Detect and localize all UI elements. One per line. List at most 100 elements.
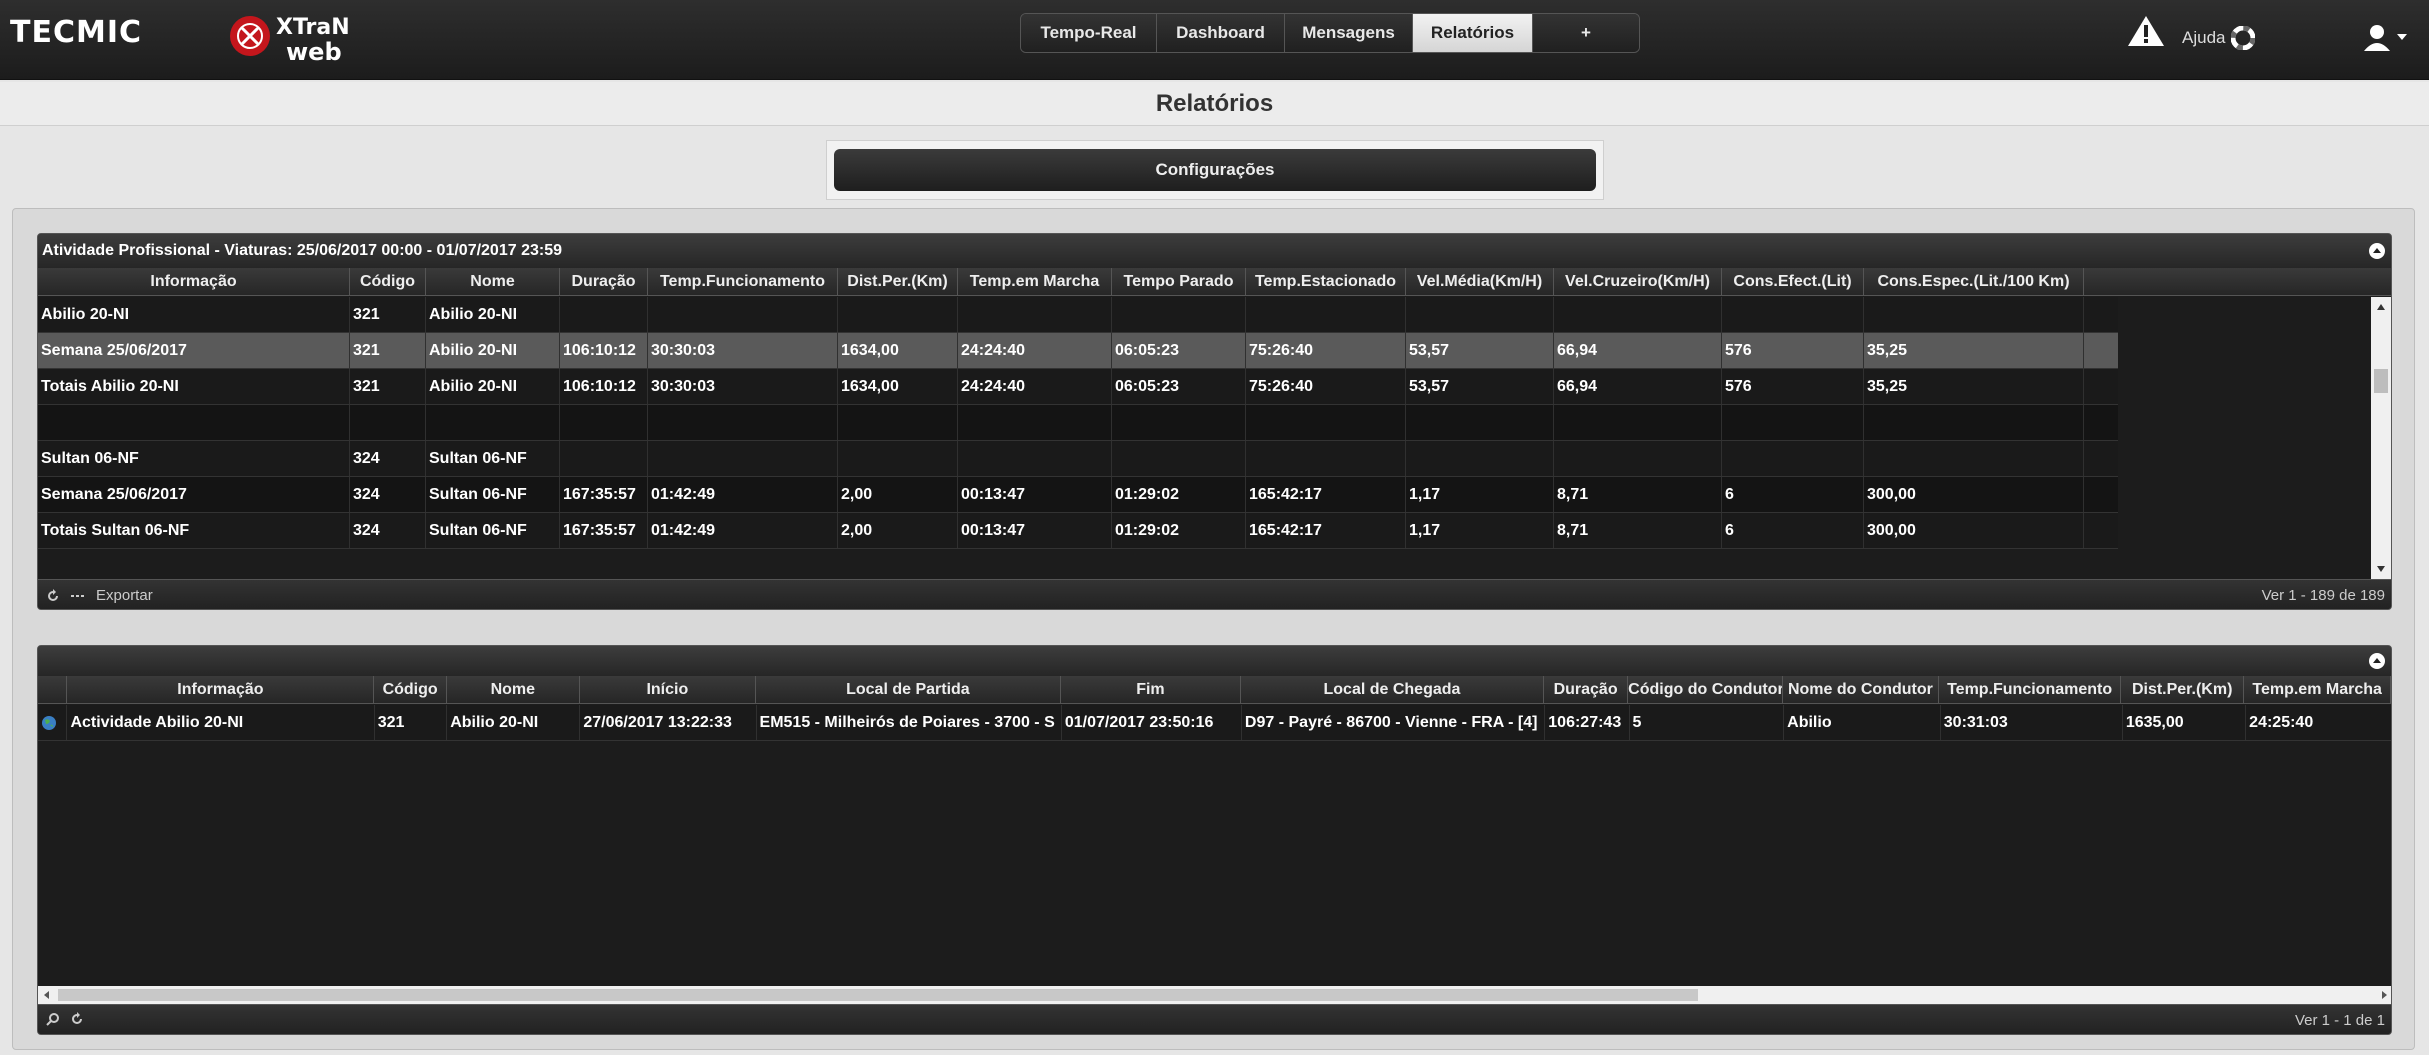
column-header[interactable]: Cons.Espec.(Lit./100 Km) <box>1864 268 2084 295</box>
scroll-thumb[interactable] <box>2374 369 2388 393</box>
config-button[interactable]: Configurações <box>834 149 1596 191</box>
column-header[interactable]: Vel.Cruzeiro(Km/H) <box>1554 268 1722 295</box>
column-header[interactable]: Nome <box>447 676 580 703</box>
table-cell: 106:27:43 <box>1545 705 1630 740</box>
table-cell <box>38 405 350 440</box>
table-cell: Abilio 20-NI <box>426 369 560 404</box>
table-cell: 576 <box>1722 333 1864 368</box>
tab-tempo-real[interactable]: Tempo-Real <box>1021 14 1157 52</box>
table-cell <box>958 441 1112 476</box>
table-cell <box>1722 441 1864 476</box>
user-menu[interactable] <box>2362 22 2412 52</box>
table-cell: 66,94 <box>1554 333 1722 368</box>
table-row[interactable]: Sultan 06-NF 324 Sultan 06-NF <box>38 441 2118 477</box>
collapse-icon[interactable] <box>2369 243 2385 259</box>
table-cell: 01:29:02 <box>1112 477 1246 512</box>
table-cell: 06:05:23 <box>1112 369 1246 404</box>
tab-dashboard[interactable]: Dashboard <box>1157 14 1285 52</box>
grid-caption: Atividade Profissional - Viaturas: 25/06… <box>38 234 2391 268</box>
collapse-icon[interactable] <box>2369 653 2385 669</box>
table-row[interactable]: Actividade Abilio 20-NI 321 Abilio 20-NI 27… <box>38 705 2391 741</box>
scroll-down-icon[interactable] <box>2371 559 2391 579</box>
table-row[interactable]: Totais Sultan 06-NF 324 Sultan 06-NF 167:35… <box>38 513 2118 549</box>
column-header[interactable]: Dist.Per.(Km) <box>2121 676 2245 703</box>
table-cell: 6 <box>1722 513 1864 548</box>
vertical-scrollbar[interactable] <box>2371 297 2391 579</box>
table-cell: 53,57 <box>1406 333 1554 368</box>
column-header[interactable]: Nome do Condutor <box>1783 676 1940 703</box>
column-header[interactable]: Local de Partida <box>756 676 1061 703</box>
table-row[interactable]: Totais Abilio 20-NI 321 Abilio 20-NI 106:10… <box>38 369 2118 405</box>
tab-mensagens[interactable]: Mensagens <box>1285 14 1413 52</box>
export-button[interactable]: Exportar <box>96 587 153 604</box>
table-cell: 1634,00 <box>838 333 958 368</box>
column-header[interactable]: Tempo Parado <box>1112 268 1246 295</box>
scroll-up-icon[interactable] <box>2371 297 2391 317</box>
table-cell: Totais Abilio 20-NI <box>38 369 350 404</box>
table-cell: 321 <box>375 705 448 740</box>
horizontal-scrollbar[interactable] <box>38 986 2392 1004</box>
table-cell: 2,00 <box>838 477 958 512</box>
column-header[interactable]: Temp.Funcionamento <box>648 268 838 295</box>
table-cell: 5 <box>1630 705 1785 740</box>
table-cell: 00:13:47 <box>958 477 1112 512</box>
column-header[interactable]: Informação <box>38 268 350 295</box>
xtran-web-logo: XTraN web <box>230 15 350 66</box>
export-icon[interactable] <box>70 591 86 601</box>
warning-icon[interactable] <box>2126 14 2166 48</box>
column-header[interactable]: Código do Condutor <box>1628 676 1783 703</box>
table-cell: 30:31:03 <box>1941 705 2123 740</box>
column-header[interactable]: Dist.Per.(Km) <box>838 268 958 295</box>
table-cell: 1,17 <box>1406 513 1554 548</box>
table-cell <box>838 405 958 440</box>
table-row[interactable]: Abilio 20-NI 321 Abilio 20-NI <box>38 297 2118 333</box>
scroll-right-icon[interactable] <box>2375 986 2392 1004</box>
page-title: Relatórios <box>0 82 2429 126</box>
column-header[interactable]: Fim <box>1061 676 1241 703</box>
table-cell: Sultan 06-NF <box>426 513 560 548</box>
column-header-select[interactable] <box>38 676 68 703</box>
refresh-icon[interactable] <box>46 588 60 603</box>
scroll-left-icon[interactable] <box>38 986 56 1004</box>
table-cell: Actividade Abilio 20-NI <box>67 705 375 740</box>
column-header[interactable]: Código <box>374 676 447 703</box>
table-cell: 01:42:49 <box>648 513 838 548</box>
table-body: Actividade Abilio 20-NI 321 Abilio 20-NI 27… <box>38 705 2391 741</box>
table-cell: 24:25:40 <box>2246 705 2391 740</box>
table-row[interactable] <box>38 405 2118 441</box>
table-cell <box>648 405 838 440</box>
table-cell: 24:24:40 <box>958 369 1112 404</box>
search-icon[interactable] <box>46 1012 60 1026</box>
table-cell: 1634,00 <box>838 369 958 404</box>
report-grid-activity: Atividade Profissional - Viaturas: 25/06… <box>37 233 2392 610</box>
column-header[interactable]: Temp.Estacionado <box>1246 268 1406 295</box>
table-cell <box>1246 297 1406 332</box>
column-header[interactable]: Cons.Efect.(Lit) <box>1722 268 1864 295</box>
table-row[interactable]: Semana 25/06/2017 321 Abilio 20-NI 106:10:1… <box>38 333 2118 369</box>
column-header[interactable]: Duração <box>1544 676 1629 703</box>
refresh-icon[interactable] <box>70 1012 84 1026</box>
column-header[interactable]: Temp.Funcionamento <box>1939 676 2122 703</box>
help-link[interactable]: Ajuda <box>2182 26 2256 50</box>
column-header[interactable]: Informação <box>67 676 375 703</box>
table-cell: Abilio 20-NI <box>426 297 560 332</box>
tab-relatorios[interactable]: Relatórios <box>1413 14 1533 52</box>
column-header[interactable]: Local de Chegada <box>1241 676 1545 703</box>
table-cell: 66,94 <box>1554 369 1722 404</box>
table-cell <box>1112 441 1246 476</box>
table-cell <box>560 405 648 440</box>
top-bar: TECMIC XTraN web Tempo-Real Dashboard Me… <box>0 0 2429 80</box>
column-header[interactable]: Nome <box>426 268 560 295</box>
column-header[interactable]: Temp.em Marcha <box>2244 676 2391 703</box>
column-header[interactable]: Código <box>350 268 426 295</box>
table-header: Informação Código Nome Duração Temp.Funciona… <box>38 268 2391 296</box>
table-cell: 8,71 <box>1554 513 1722 548</box>
tab-add[interactable]: + <box>1533 14 1639 52</box>
column-header[interactable]: Duração <box>560 268 648 295</box>
scroll-thumb[interactable] <box>58 989 1698 1001</box>
column-header[interactable]: Temp.em Marcha <box>958 268 1112 295</box>
column-header[interactable]: Início <box>580 676 756 703</box>
table-row[interactable]: Semana 25/06/2017 324 Sultan 06-NF 167:35:5… <box>38 477 2118 513</box>
column-header[interactable]: Vel.Média(Km/H) <box>1406 268 1554 295</box>
table-cell: 2,00 <box>838 513 958 548</box>
